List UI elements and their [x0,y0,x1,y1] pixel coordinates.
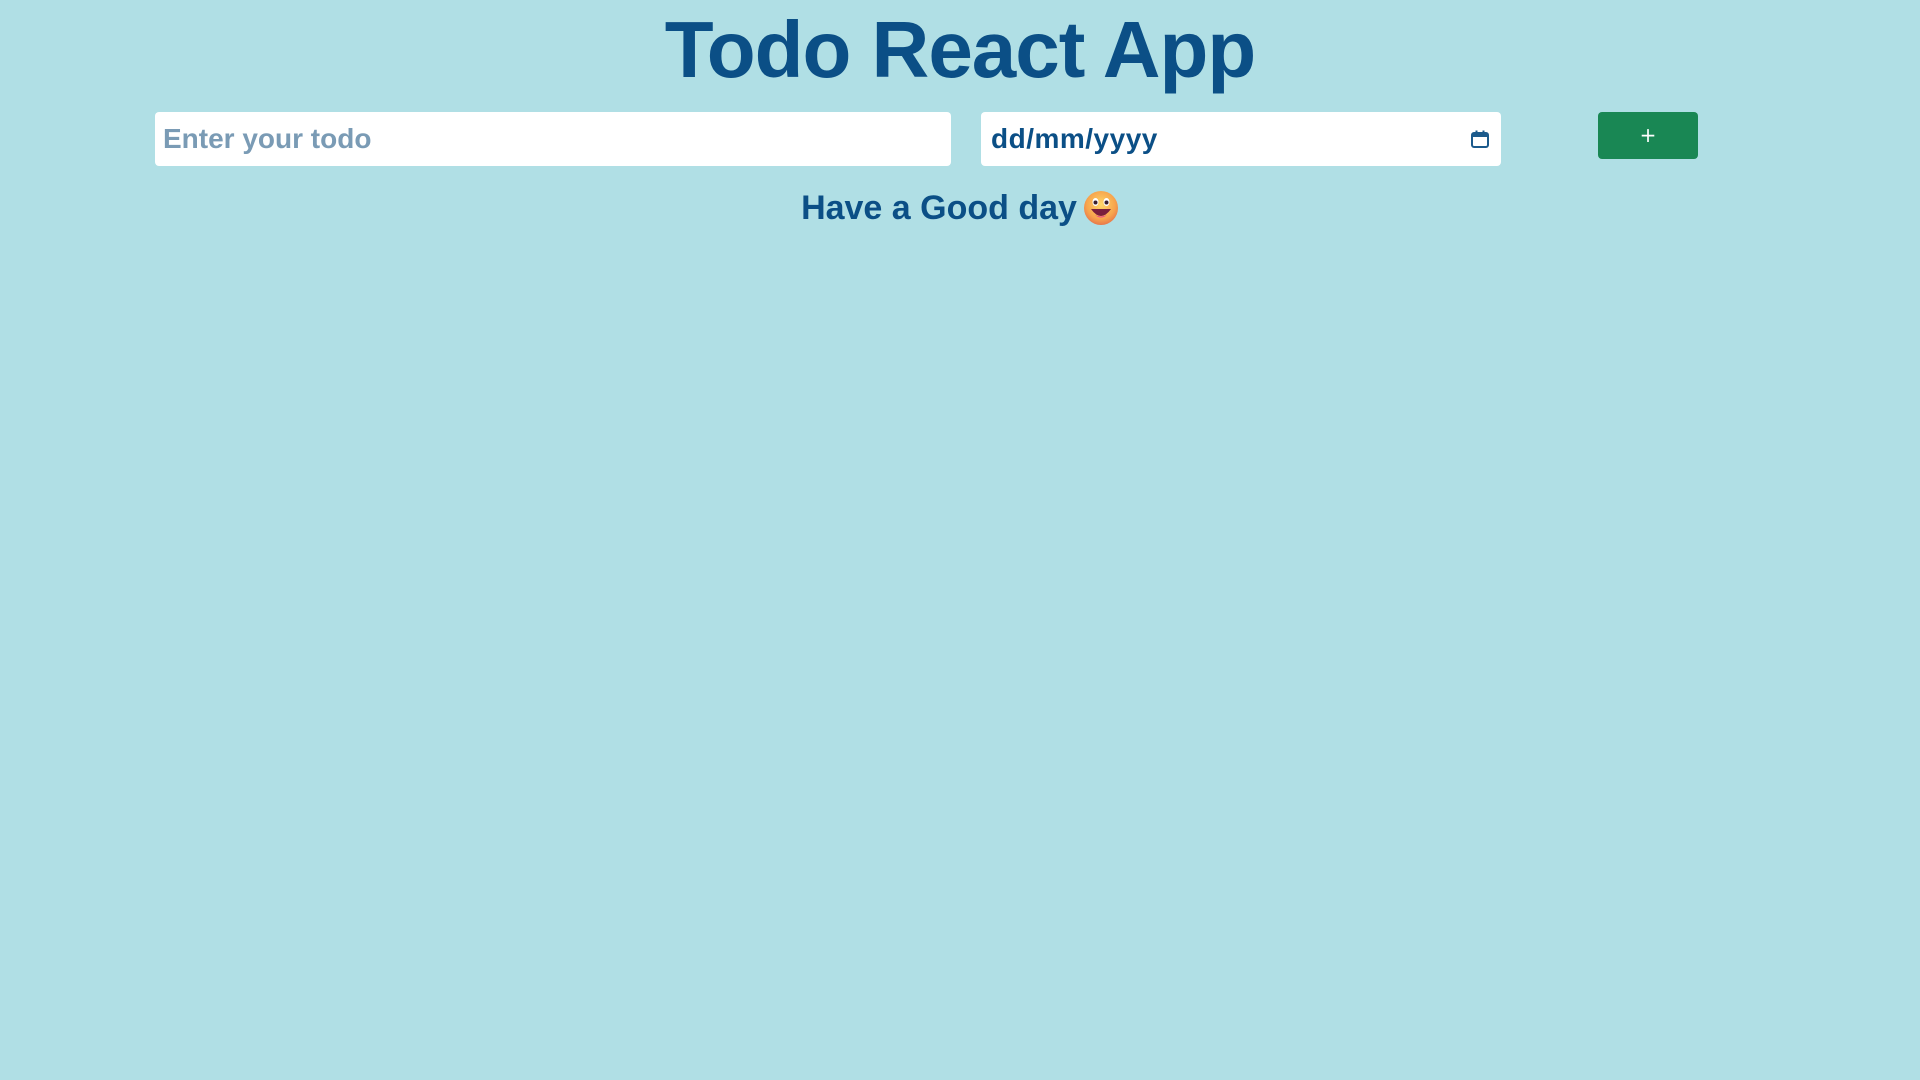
welcome-message: Have a Good day [0,184,1920,232]
calendar-icon[interactable] [1469,128,1491,150]
grinning-face-icon [1083,190,1119,226]
date-input[interactable]: dd/mm/yyyy [981,112,1501,166]
date-placeholder: dd/mm/yyyy [991,123,1158,154]
welcome-message-text: Have a Good day [801,189,1077,227]
add-todo-button[interactable]: + [1598,112,1698,159]
app-title: Todo React App [664,5,1256,94]
todo-input[interactable] [155,112,951,166]
